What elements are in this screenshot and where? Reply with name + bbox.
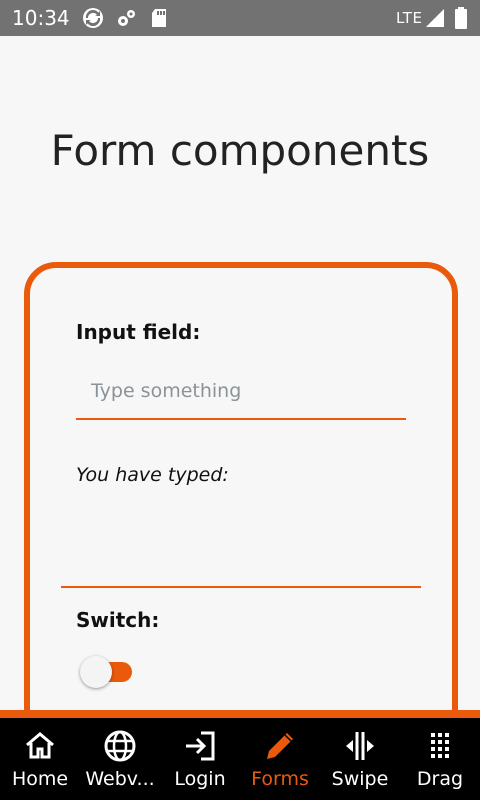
switch-thumb xyxy=(80,656,112,688)
tab-label: Login xyxy=(174,768,226,790)
login-icon xyxy=(182,728,218,764)
sd-card-icon xyxy=(148,8,170,28)
tab-drag[interactable]: Drag xyxy=(400,718,480,800)
tab-home[interactable]: Home xyxy=(0,718,80,800)
bottom-tab-bar: Home Webv... Login Forms Swipe Drag xyxy=(0,710,480,800)
input-field-label: Input field: xyxy=(76,320,201,344)
tab-login[interactable]: Login xyxy=(160,718,240,800)
tab-swipe[interactable]: Swipe xyxy=(320,718,400,800)
toggle-switch[interactable] xyxy=(80,656,136,688)
page-title: Form components xyxy=(50,126,430,175)
grid-dots-icon xyxy=(422,728,458,764)
status-bar: 10:34 LTE xyxy=(0,0,480,36)
swipe-icon xyxy=(342,728,378,764)
tab-label: Home xyxy=(11,768,69,790)
signal-icon xyxy=(424,8,446,28)
tab-label: Webv... xyxy=(85,768,155,790)
network-type: LTE xyxy=(396,9,423,27)
tab-label: Forms xyxy=(251,768,309,790)
settings-gear-icon xyxy=(115,8,137,28)
pencil-icon xyxy=(262,728,298,764)
globe-icon xyxy=(102,728,138,764)
battery-icon xyxy=(450,7,472,29)
status-time: 10:34 xyxy=(12,6,70,30)
sync-icon xyxy=(82,8,104,28)
text-input[interactable] xyxy=(76,364,406,420)
switch-label: Switch: xyxy=(76,608,160,632)
tab-forms[interactable]: Forms xyxy=(240,718,320,800)
tab-webview[interactable]: Webv... xyxy=(80,718,160,800)
typed-text-value xyxy=(76,500,406,560)
divider xyxy=(61,586,421,588)
home-icon xyxy=(22,728,58,764)
tab-label: Drag xyxy=(416,768,464,790)
tab-label: Swipe xyxy=(331,768,389,790)
typed-text-label: You have typed: xyxy=(76,464,229,486)
